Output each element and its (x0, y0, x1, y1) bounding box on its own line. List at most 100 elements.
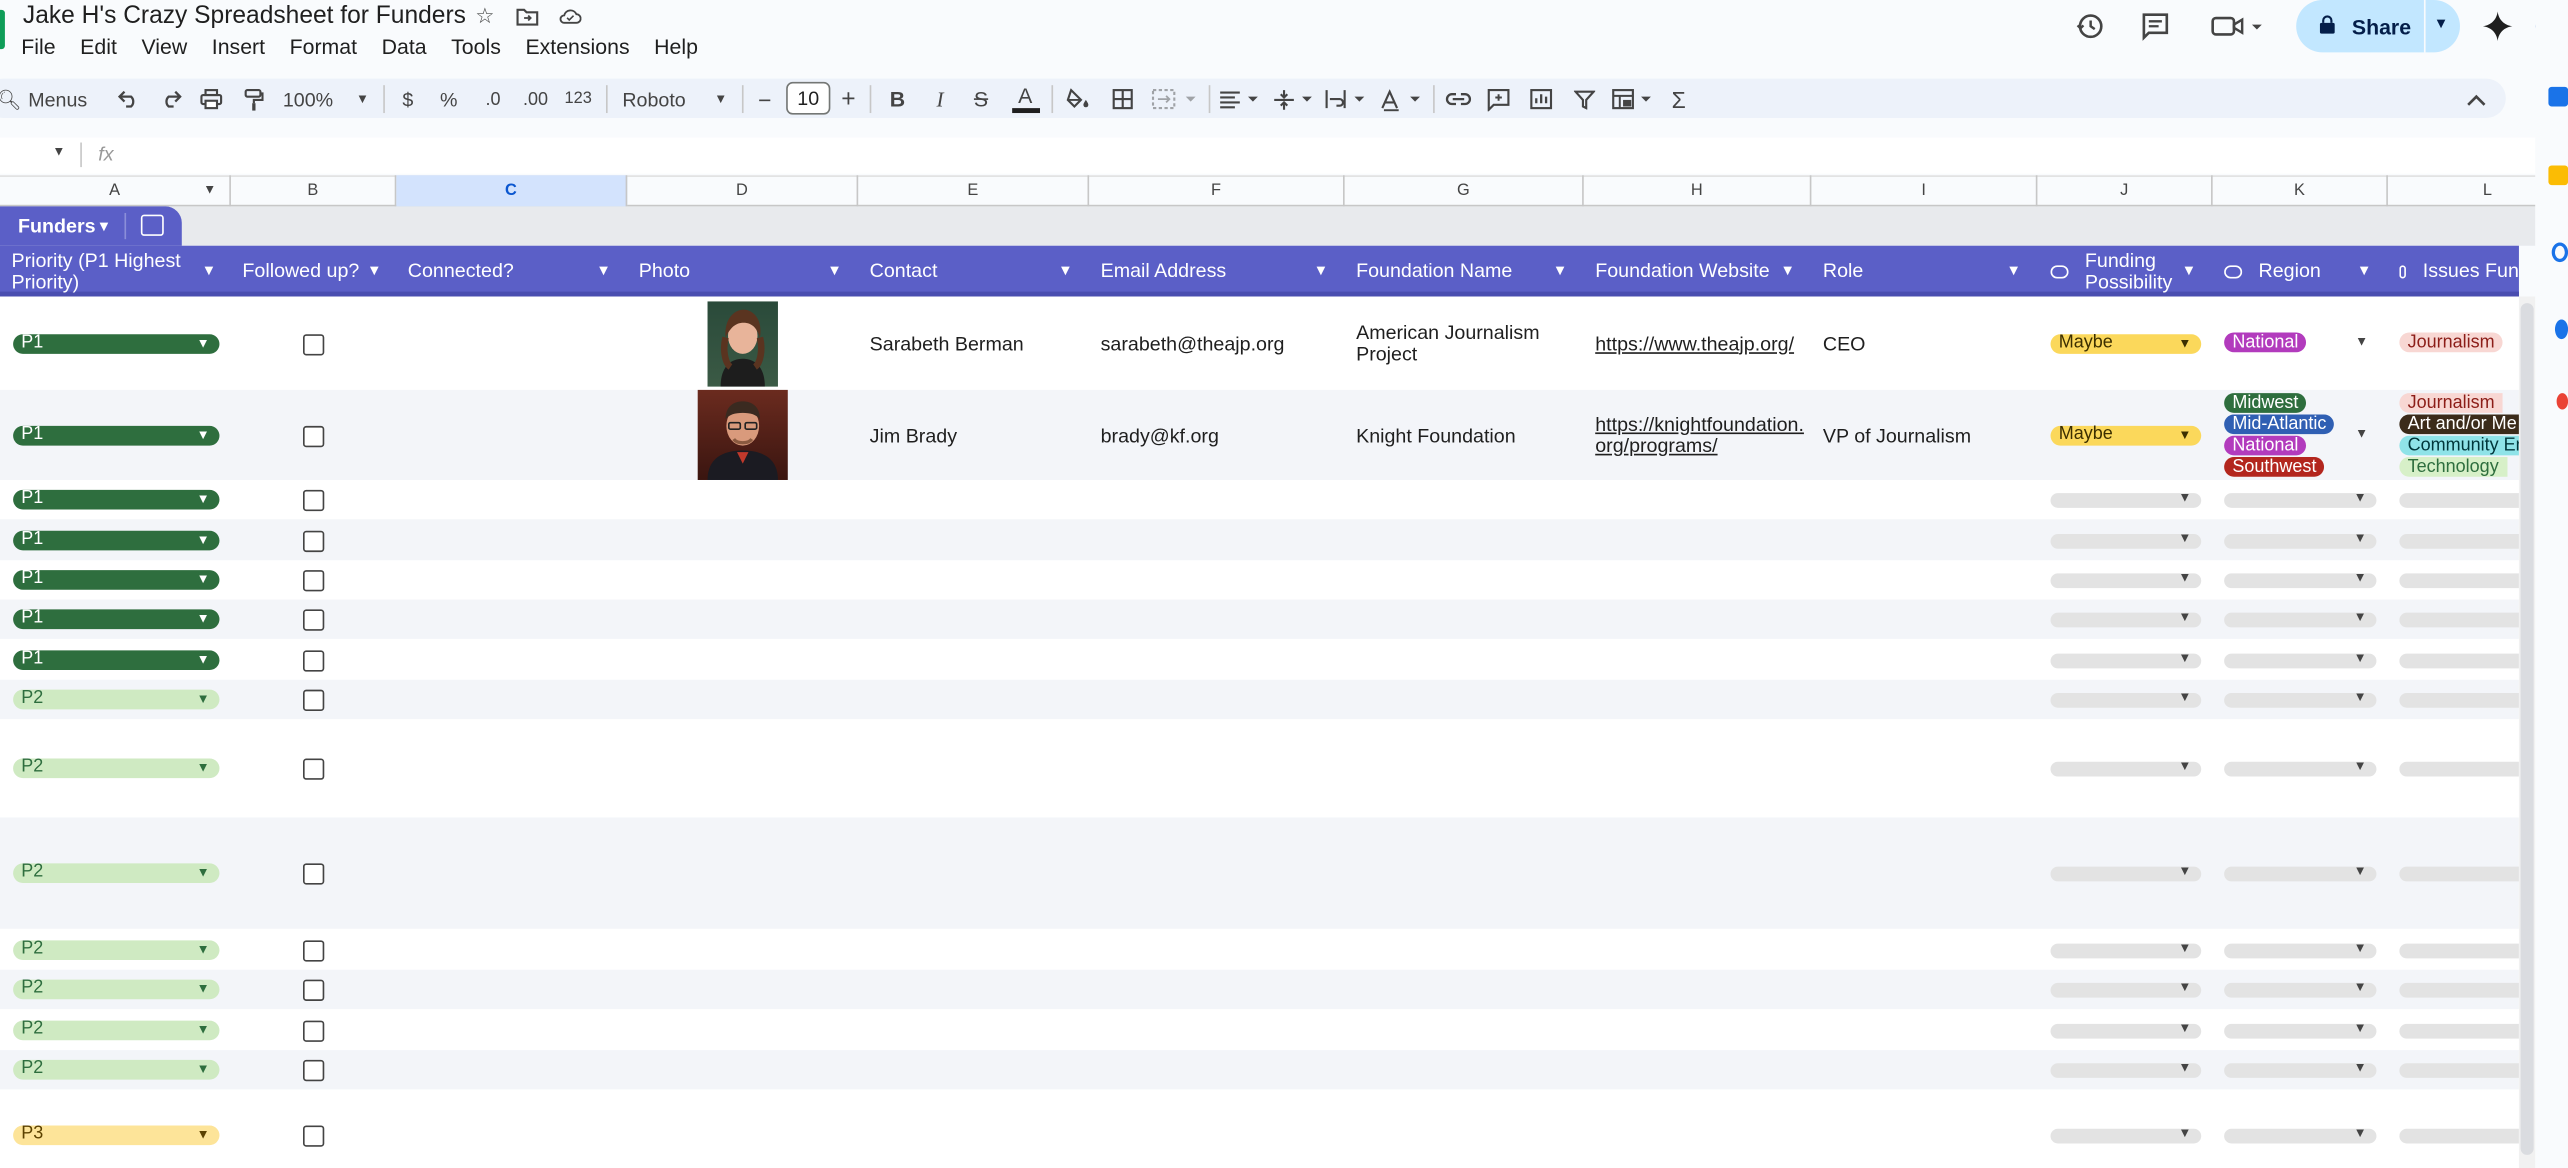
paint-format-icon[interactable] (241, 85, 267, 113)
format-currency-button[interactable]: $ (398, 85, 418, 113)
chevron-down-icon[interactable]: ▼ (1314, 262, 1329, 278)
region-empty-chip[interactable]: ▼ (2224, 758, 2377, 777)
header-foundation-website[interactable]: Foundation Website ▼ (1595, 246, 1811, 297)
vertical-align-icon[interactable] (1273, 85, 1316, 113)
column-header-k[interactable]: K (2213, 175, 2388, 207)
header-connected[interactable]: Connected? ▼ (408, 246, 627, 297)
funding-possibility-empty-chip[interactable]: ▼ (2050, 530, 2202, 548)
chevron-down-icon[interactable]: ▼ (1780, 262, 1795, 278)
gemini-sparkle-icon[interactable] (2481, 10, 2514, 43)
italic-button[interactable]: I (929, 85, 952, 113)
priority-chip[interactable]: P2 ▼ (13, 862, 220, 883)
strikethrough-button[interactable]: S (970, 85, 993, 113)
followed-up-checkbox[interactable] (302, 979, 325, 1001)
issues-empty-chip[interactable] (2399, 533, 2519, 548)
redo-icon[interactable] (157, 85, 183, 113)
header-foundation-name[interactable]: Foundation Name ▼ (1356, 246, 1584, 297)
issues-empty-chip[interactable] (2399, 612, 2519, 628)
region-empty-chip[interactable]: ▼ (2224, 530, 2377, 548)
email-cell[interactable]: brady@kf.org (1101, 422, 1219, 448)
header-photo[interactable]: Photo ▼ (639, 246, 858, 297)
menu-help[interactable]: Help (654, 34, 698, 59)
menu-data[interactable]: Data (382, 34, 427, 59)
region-empty-chip[interactable]: ▼ (2224, 1060, 2377, 1078)
column-header-g[interactable]: G (1345, 175, 1584, 207)
column-header-j[interactable]: J (2037, 175, 2213, 207)
keep-icon[interactable] (2548, 165, 2568, 186)
chevron-down-icon[interactable]: ▼ (1553, 262, 1568, 278)
email-cell[interactable]: sarabeth@theajp.org (1101, 330, 1285, 356)
followed-up-checkbox[interactable] (302, 1059, 325, 1082)
increase-font-size-button[interactable]: + (839, 85, 859, 113)
region-empty-chip[interactable]: ▼ (2224, 1020, 2377, 1038)
sheets-logo[interactable] (0, 9, 5, 50)
funding-possibility-empty-chip[interactable]: ▼ (2050, 1060, 2202, 1078)
priority-chip[interactable]: P1 ▼ (13, 648, 220, 670)
chevron-down-icon[interactable]: ▼ (2182, 262, 2197, 278)
region-dropdown-icon[interactable]: ▼ (2355, 333, 2368, 348)
issues-empty-chip[interactable] (2399, 866, 2519, 882)
header-issues-funded[interactable]: Issues Fun (2399, 246, 2519, 297)
followed-up-checkbox[interactable] (302, 609, 325, 631)
header-email[interactable]: Email Address ▼ (1101, 246, 1345, 297)
role-cell[interactable]: CEO (1823, 330, 1866, 356)
insert-comment-icon[interactable] (1485, 85, 1511, 113)
funding-possibility-chip[interactable]: Maybe ▼ (2050, 332, 2202, 354)
maps-icon[interactable] (2556, 393, 2568, 410)
region-empty-chip[interactable]: ▼ (2224, 690, 2377, 708)
insert-chart-icon[interactable] (1528, 85, 1554, 113)
funding-possibility-empty-chip[interactable]: ▼ (2050, 490, 2202, 508)
text-color-button[interactable]: A (1011, 84, 1040, 113)
column-header-i[interactable]: I (1811, 175, 2038, 207)
menu-insert[interactable]: Insert (212, 34, 265, 59)
followed-up-checkbox[interactable] (302, 863, 325, 885)
menu-file[interactable]: File (21, 34, 55, 59)
foundation-name-line2[interactable]: Project (1356, 342, 1417, 365)
website-link-line2[interactable]: org/programs/ (1595, 433, 1717, 456)
funding-possibility-empty-chip[interactable]: ▼ (2050, 1125, 2202, 1144)
name-box-dropdown-icon[interactable]: ▼ (52, 144, 65, 159)
contacts-icon[interactable] (2554, 319, 2568, 340)
undo-icon[interactable] (115, 85, 141, 113)
issues-empty-chip[interactable] (2399, 573, 2519, 589)
issues-empty-chip[interactable] (2399, 1063, 2519, 1078)
priority-chip[interactable]: P1 ▼ (13, 568, 220, 590)
cloud-saved-icon[interactable] (558, 5, 582, 28)
region-empty-chip[interactable]: ▼ (2224, 570, 2377, 589)
column-header-c[interactable]: C (396, 175, 628, 207)
print-icon[interactable] (198, 85, 224, 113)
column-header-a[interactable]: A ▼ (0, 175, 231, 207)
priority-chip[interactable]: P2 ▼ (13, 1018, 220, 1040)
decrease-decimal-button[interactable]: .0 (478, 85, 507, 113)
funding-possibility-empty-chip[interactable]: ▼ (2050, 980, 2202, 998)
zoom-select[interactable]: 100% ▼ (283, 85, 369, 113)
chevron-down-icon[interactable]: ▼ (202, 262, 217, 278)
version-history-icon[interactable] (2073, 10, 2106, 43)
priority-chip[interactable]: P1 ▼ (13, 608, 220, 630)
region-empty-chip[interactable]: ▼ (2224, 940, 2377, 958)
website-link-line1[interactable]: https://knightfoundation. (1595, 412, 1804, 435)
contact-photo[interactable] (697, 389, 788, 480)
region-empty-chip[interactable]: ▼ (2224, 650, 2377, 668)
priority-chip[interactable]: P1 ▼ (13, 528, 220, 550)
fill-color-icon[interactable] (1065, 85, 1091, 113)
funding-possibility-empty-chip[interactable]: ▼ (2050, 570, 2202, 589)
header-followed-up[interactable]: Followed up? ▼ (242, 246, 396, 297)
priority-chip[interactable]: P2 ▼ (13, 688, 220, 710)
header-role[interactable]: Role ▼ (1823, 246, 2038, 297)
chevron-down-icon[interactable]: ▼ (97, 218, 112, 234)
tasks-icon[interactable] (2551, 242, 2568, 263)
priority-chip[interactable]: P2 ▼ (13, 1058, 220, 1080)
share-button[interactable]: Share ▼ (2296, 0, 2460, 53)
contact-cell[interactable]: Jim Brady (870, 422, 957, 448)
borders-icon[interactable] (1109, 85, 1135, 113)
issues-empty-chip[interactable] (2399, 761, 2519, 777)
issues-empty-chip[interactable] (2399, 493, 2519, 508)
region-empty-chip[interactable]: ▼ (2224, 609, 2377, 628)
funding-possibility-empty-chip[interactable]: ▼ (2050, 863, 2202, 882)
font-size-input[interactable]: 10 (786, 81, 831, 115)
followed-up-checkbox[interactable] (302, 529, 325, 552)
functions-button[interactable]: Σ (1667, 85, 1690, 113)
font-select[interactable]: Roboto ▼ (622, 85, 727, 113)
document-title[interactable]: Jake H's Crazy Spreadsheet for Funders (23, 2, 466, 30)
